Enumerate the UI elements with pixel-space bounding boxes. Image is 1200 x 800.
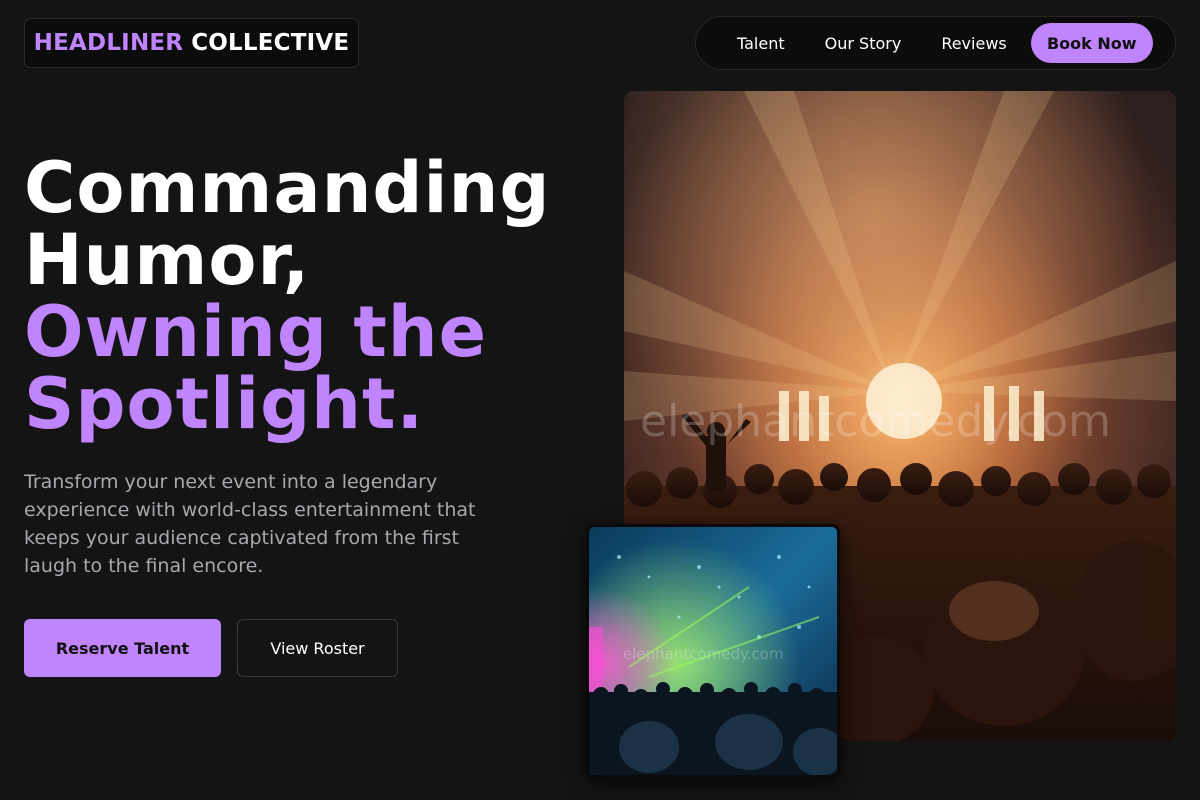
hero-title: Commanding Humor, Owning the Spotlight. bbox=[24, 152, 550, 440]
logo-text: COLLECTIVE bbox=[191, 30, 350, 56]
book-now-button[interactable]: Book Now bbox=[1030, 23, 1153, 63]
reserve-talent-button[interactable]: Reserve Talent bbox=[24, 619, 221, 677]
festival-thumbnail-image: elephantcomedy.com bbox=[586, 524, 840, 778]
nav-link-reviews[interactable]: Reviews bbox=[921, 34, 1026, 53]
hero-title-accent-line: Owning the bbox=[24, 291, 488, 373]
view-roster-button[interactable]: View Roster bbox=[237, 619, 398, 677]
hero-description: Transform your next event into a legenda… bbox=[24, 471, 476, 577]
hero-title-line: Commanding bbox=[24, 147, 551, 229]
hero-title-accent-line: Spotlight. bbox=[24, 363, 425, 445]
hero-title-line: Humor, bbox=[24, 219, 311, 301]
top-nav: Talent Our Story Reviews Book Now bbox=[695, 16, 1176, 70]
logo-accent-text: HEADLINER bbox=[33, 30, 184, 56]
nav-link-talent[interactable]: Talent bbox=[717, 34, 805, 53]
nav-link-our-story[interactable]: Our Story bbox=[805, 34, 922, 53]
site-logo[interactable]: HEADLINER COLLECTIVE bbox=[24, 18, 359, 68]
festival-crowd-illustration bbox=[589, 527, 837, 775]
